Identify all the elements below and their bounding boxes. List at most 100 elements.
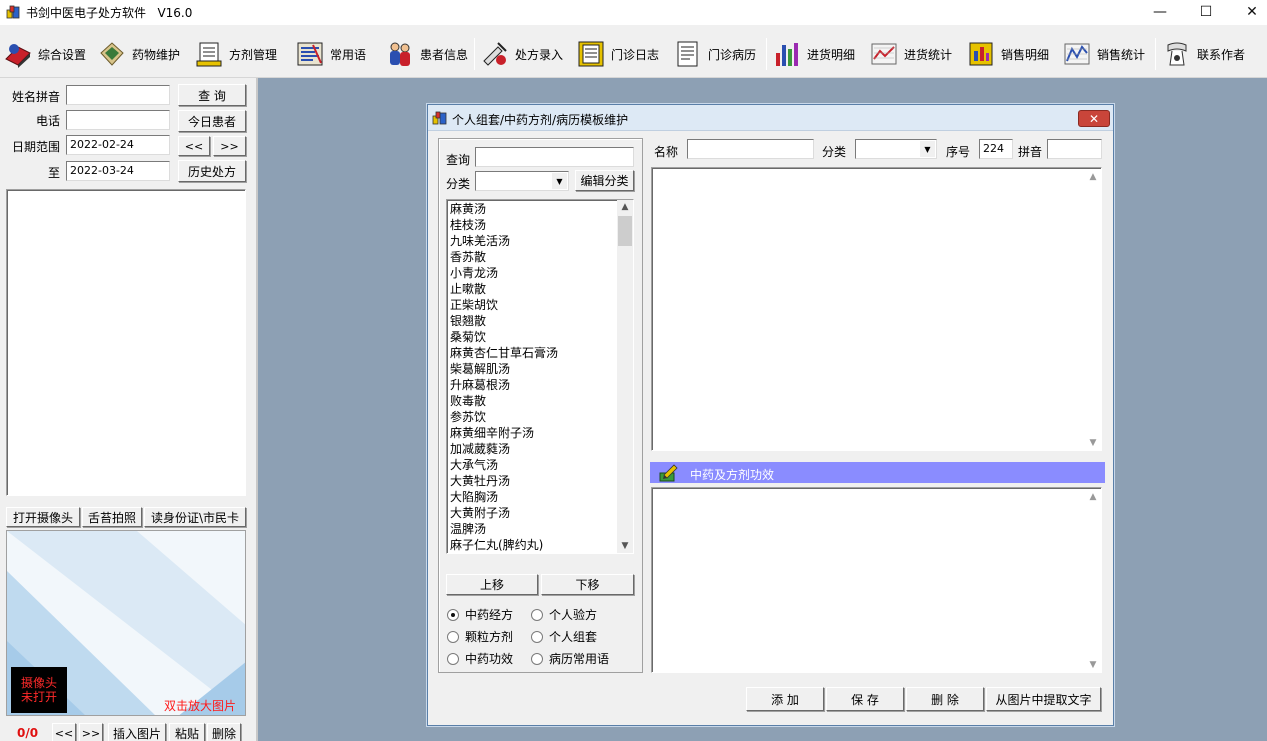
list-item[interactable]: 小青龙汤 [447,265,617,281]
patient-list[interactable] [6,189,246,496]
dialog-title: 个人组套/中药方剂/病历模板维护 [452,113,629,127]
pinyin-input[interactable] [1047,139,1102,159]
list-item[interactable]: 九味羌活汤 [447,233,617,249]
minimize-button[interactable]: — [1137,0,1183,24]
open-camera-button[interactable]: 打开摄像头 [6,507,80,527]
list-item[interactable]: 桑菊饮 [447,329,617,345]
list-item[interactable]: 温脾汤 [447,521,617,537]
phone-input[interactable] [66,110,170,130]
sequence-input[interactable]: 224 [979,139,1013,159]
category-select[interactable]: ▼ [475,171,569,191]
radio-herb-efficacy[interactable]: 中药功效 [447,650,513,667]
toolbar-purchase-stats[interactable]: 进货统计 [869,36,952,72]
save-button[interactable]: 保 存 [826,687,904,711]
list-item[interactable]: 升麻葛根汤 [447,377,617,393]
scroll-up-icon[interactable]: ▲ [1087,490,1099,504]
name-pinyin-input[interactable] [66,85,170,105]
chevron-down-icon[interactable]: ▼ [552,173,567,189]
query-button[interactable]: 查 询 [178,84,246,106]
photo-next-button[interactable]: >> [79,723,103,741]
list-item[interactable]: 止嗽散 [447,281,617,297]
toolbar-label: 患者信息 [420,47,469,62]
list-item[interactable]: 柴葛解肌汤 [447,361,617,377]
toolbar-prescription-entry[interactable]: 处方录入 [480,36,563,72]
toolbar-label: 销售明细 [1001,47,1050,62]
add-button[interactable]: 添 加 [746,687,824,711]
list-item[interactable]: 败毒散 [447,393,617,409]
date-from-input[interactable]: 2022-02-24 [66,135,170,155]
dialog-title-bar[interactable]: 个人组套/中药方剂/病历模板维护 ✕ [428,105,1113,131]
toolbar-general-settings[interactable]: 综合设置 [3,36,86,72]
extract-text-from-image-button[interactable]: 从图片中提取文字 [986,687,1101,711]
list-item[interactable]: 桂枝汤 [447,217,617,233]
move-up-button[interactable]: 上移 [446,574,538,595]
edit-category-button[interactable]: 编辑分类 [575,170,634,191]
template-content-editor[interactable]: ▲ ▼ [651,167,1102,451]
dialog-close-button[interactable]: ✕ [1078,110,1110,127]
name-label: 名称 [654,145,679,159]
listbox-scrollbar[interactable]: ▲ ▼ [617,200,633,553]
list-item[interactable]: 大承气汤 [447,457,617,473]
radio-record-phrases[interactable]: 病历常用语 [531,650,609,667]
template-name-input[interactable] [687,139,814,159]
move-down-button[interactable]: 下移 [541,574,634,595]
toolbar-clinic-log[interactable]: 门诊日志 [576,36,659,72]
list-item[interactable]: 麻子仁丸(脾约丸) [447,537,617,553]
toolbar-label: 药物维护 [132,47,181,62]
radio-classic-formula[interactable]: 中药经方 [447,606,513,623]
toolbar-purchase-detail[interactable]: 进货明细 [772,36,855,72]
toolbar-medicine-maintenance[interactable]: 药物维护 [97,36,180,72]
radio-personal-set[interactable]: 个人组套 [531,628,597,645]
scroll-up-icon[interactable]: ▲ [617,200,633,214]
toolbar-patient-info[interactable]: 患者信息 [385,36,468,72]
radio-personal-formula[interactable]: 个人验方 [531,606,597,623]
toolbar-common-phrases[interactable]: 常用语 [295,36,366,72]
delete-button[interactable]: 删 除 [906,687,984,711]
list-item[interactable]: 大黄牡丹汤 [447,473,617,489]
photo-viewer[interactable]: 摄像头 未打开 双击放大图片 [6,530,246,716]
template-listbox[interactable]: 麻黄汤 桂枝汤 九味羌活汤 香苏散 小青龙汤 止嗽散 正柴胡饮 银翘散 桑菊饮 麻黄杏仁甘草石膏汤… [446,199,634,554]
paste-button[interactable]: 粘贴 [169,723,205,741]
list-item[interactable]: 麻黄细辛附子汤 [447,425,617,441]
toolbar-contact-author[interactable]: 联系作者 [1162,36,1245,72]
app-logo-icon [6,5,20,19]
list-item[interactable]: 参苏饮 [447,409,617,425]
scroll-down-icon[interactable]: ▼ [1087,658,1099,672]
read-id-card-button[interactable]: 读身份证\市民卡 [144,507,246,527]
toolbar-sales-stats[interactable]: 销售统计 [1062,36,1145,72]
purchase-detail-icon [776,43,798,66]
efficacy-text-editor[interactable]: ▲ ▼ [651,487,1102,673]
scroll-up-icon[interactable]: ▲ [1087,170,1099,184]
close-button[interactable]: ✕ [1229,0,1267,24]
template-category-select[interactable]: ▼ [855,139,937,159]
toolbar-prescription-management[interactable]: 方剂管理 [194,36,277,72]
maximize-button[interactable]: ☐ [1183,0,1229,24]
template-search-input[interactable] [475,147,634,167]
settings-book-icon [5,44,31,68]
list-item[interactable]: 正柴胡饮 [447,297,617,313]
toolbar-sales-detail[interactable]: 销售明细 [966,36,1049,72]
chevron-down-icon[interactable]: ▼ [920,141,935,157]
delete-photo-button[interactable]: 删除 [207,723,241,741]
scroll-down-icon[interactable]: ▼ [617,539,633,553]
date-to-input[interactable]: 2022-03-24 [66,161,170,181]
history-prescriptions-button[interactable]: 历史处方 [178,160,246,182]
date-prev-button[interactable]: << [178,136,210,156]
radio-granule-formula[interactable]: 颗粒方剂 [447,628,513,645]
list-item[interactable]: 加减葳蕤汤 [447,441,617,457]
date-next-button[interactable]: >> [213,136,246,156]
photo-prev-button[interactable]: << [52,723,76,741]
list-item[interactable]: 大陷胸汤 [447,489,617,505]
list-item[interactable]: 银翘散 [447,313,617,329]
toolbar-medical-record[interactable]: 门诊病历 [673,36,756,72]
scrollbar-thumb[interactable] [618,216,632,246]
list-item[interactable]: 麻黄汤 [447,201,617,217]
efficacy-section-header: 中药及方剂功效 [650,462,1105,483]
today-patients-button[interactable]: 今日患者 [178,110,246,132]
list-item[interactable]: 麻黄杏仁甘草石膏汤 [447,345,617,361]
list-item[interactable]: 大黄附子汤 [447,505,617,521]
tongue-photo-button[interactable]: 舌苔拍照 [82,507,142,527]
scroll-down-icon[interactable]: ▼ [1087,436,1099,450]
list-item[interactable]: 香苏散 [447,249,617,265]
insert-photo-button[interactable]: 插入图片 [108,723,166,741]
